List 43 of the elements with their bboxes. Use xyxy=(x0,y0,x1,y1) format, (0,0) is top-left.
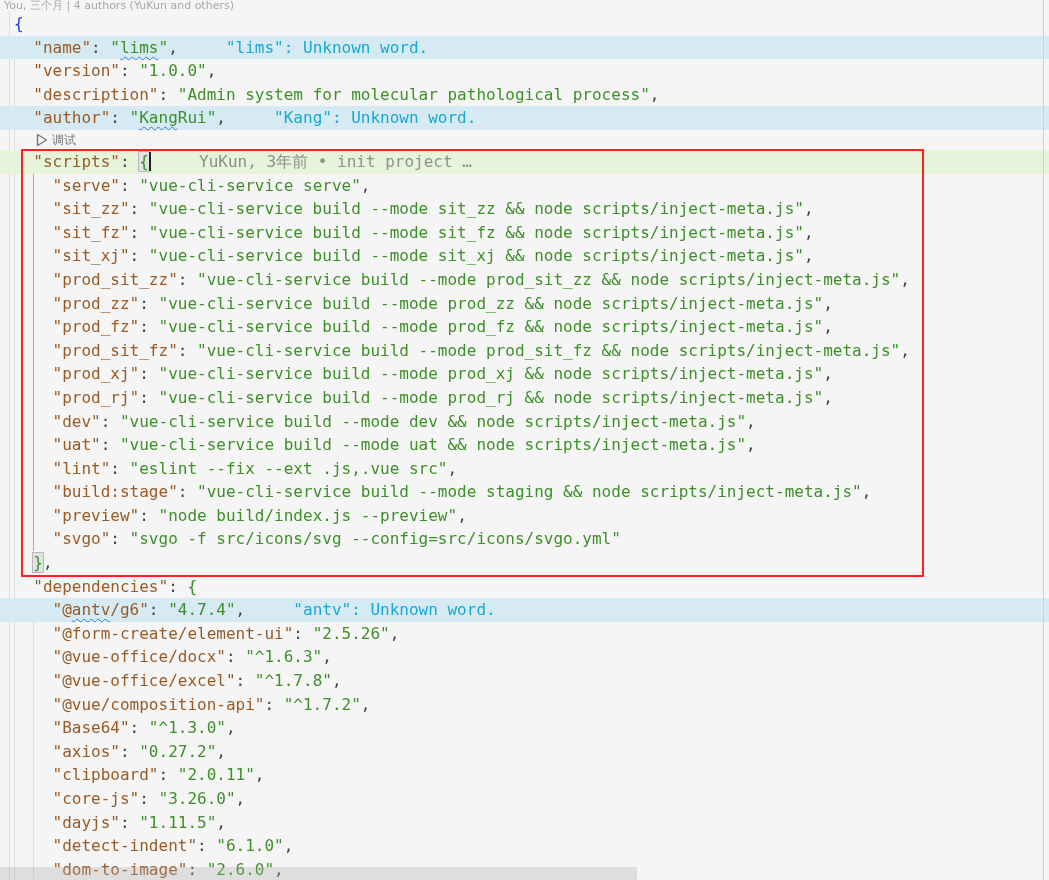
code-line: "sit_xj": "vue-cli-service build --mode sit_xj && node scripts/inject-meta.js", xyxy=(52,245,814,268)
code-line: "uat": "vue-cli-service build --mode uat && node scripts/inject-meta.js", xyxy=(52,434,756,457)
blame-annotation: YuKun, 3年前 • init project … xyxy=(199,150,472,173)
code-line: "@vue-office/docx": "^1.6.3", xyxy=(52,646,332,669)
code-line: "prod_zz": "vue-cli-service build --mode prod_zz && node scripts/inject-meta.js", xyxy=(52,292,833,315)
code-line: "@antv/g6": "4.7.4", xyxy=(52,599,246,622)
code-line: "dependencies": { xyxy=(33,575,198,598)
code-line: "lint": "eslint --fix --ext .js,.vue src", xyxy=(52,457,458,480)
code-line: "version": "1.0.0", xyxy=(33,60,217,83)
code-line: "build:stage": "vue-cli-service build --mode staging && node scripts/inject-meta.js", xyxy=(52,481,872,504)
diagnostic-message: "lims": Unknown word. xyxy=(225,36,429,59)
code-line: "dev": "vue-cli-service build --mode dev && node scripts/inject-meta.js", xyxy=(52,410,756,433)
text-cursor xyxy=(148,152,151,172)
code-line: "svgo": "svgo -f src/icons/svg --config=src/icons/svgo.yml" xyxy=(52,528,621,551)
code-line: "@vue-office/excel": "^1.7.8", xyxy=(52,670,342,693)
code-line: "author": "KangRui", xyxy=(33,107,226,130)
code-line: "prod_sit_fz": "vue-cli-service build --mode prod_sit_fz && node scripts/inject-meta.js", xyxy=(52,339,910,362)
code-line: "@form-create/element-ui": "2.5.26", xyxy=(52,622,400,645)
code-line: "core-js": "3.26.0", xyxy=(52,788,246,810)
diagnostic-message: "Kang": Unknown word. xyxy=(274,107,477,130)
code-line: "scripts": { xyxy=(33,150,149,173)
code-line: "serve": "vue-cli-service serve", xyxy=(52,174,371,197)
diagnostic-message: "antv": Unknown word. xyxy=(293,599,496,622)
code-line: "dayjs": "1.11.5", xyxy=(52,811,226,834)
code-line: { xyxy=(14,13,24,35)
code-line: "detect-indent": "6.1.0", xyxy=(52,835,294,858)
code-line: "prod_rj": "vue-cli-service build --mode prod_rj && node scripts/inject-meta.js", xyxy=(52,386,833,409)
code-line: "clipboard": "2.0.11", xyxy=(52,764,265,787)
code-line: "prod_sit_zz": "vue-cli-service build --mode prod_sit_zz && node scripts/inject-meta.js", xyxy=(52,268,910,291)
code-line: "prod_fz": "vue-cli-service build --mode prod_fz && node scripts/inject-meta.js", xyxy=(52,316,833,339)
code-line: "description": "Admin system for molecular pathological process", xyxy=(33,83,660,106)
code-line: "@vue/composition-api": "^1.7.2", xyxy=(52,693,371,716)
play-icon xyxy=(36,132,49,147)
code-line: "sit_fz": "vue-cli-service build --mode sit_fz && node scripts/inject-meta.js", xyxy=(52,221,814,244)
code-line: }, xyxy=(33,552,53,575)
code-line: "prod_xj": "vue-cli-service build --mode prod_xj && node scripts/inject-meta.js", xyxy=(52,363,833,386)
code-line: "axios": "0.27.2", xyxy=(52,740,226,763)
debug-codelens[interactable]: 调试 xyxy=(33,129,77,150)
code-line: "dom-to-image": "2.6.0", xyxy=(52,858,284,880)
code-line: "name": "lims", xyxy=(33,36,178,59)
code-line: "sit_zz": "vue-cli-service build --mode sit_zz && node scripts/inject-meta.js", xyxy=(52,198,814,221)
code-line: "Base64": "^1.3.0", xyxy=(52,717,236,740)
code-line: "preview": "node build/index.js --preview", xyxy=(52,504,467,527)
